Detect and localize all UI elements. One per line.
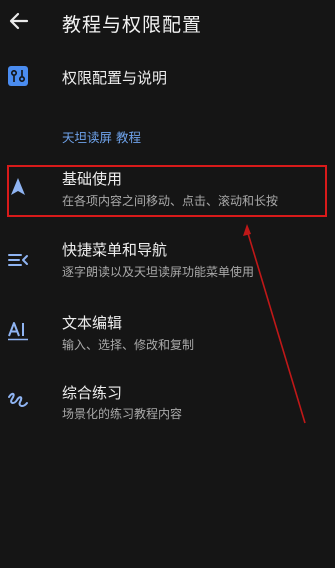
- item-subtitle: 逐字朗读以及天坦读屏功能菜单使用: [62, 265, 255, 279]
- permissions-row[interactable]: [0, 55, 335, 99]
- item-title: 综合练习: [62, 384, 123, 402]
- settings-sliders-icon: [8, 66, 28, 86]
- page-title: 教程与权限配置: [62, 14, 203, 36]
- item-subtitle: 场景化的练习教程内容: [62, 407, 183, 421]
- menu-list-icon: [8, 254, 28, 266]
- item-subtitle: 输入、选择、修改和复制: [62, 338, 195, 352]
- section-title: 天坦读屏 教程: [62, 130, 141, 145]
- back-arrow-icon[interactable]: [8, 10, 30, 32]
- text-edit-icon: [8, 322, 28, 341]
- item-title: 快捷菜单和导航: [62, 241, 168, 259]
- permissions-label: 权限配置与说明: [62, 69, 168, 87]
- item-title: 文本编辑: [62, 314, 123, 332]
- highlight-box: [7, 165, 327, 217]
- gesture-icon: [8, 392, 28, 407]
